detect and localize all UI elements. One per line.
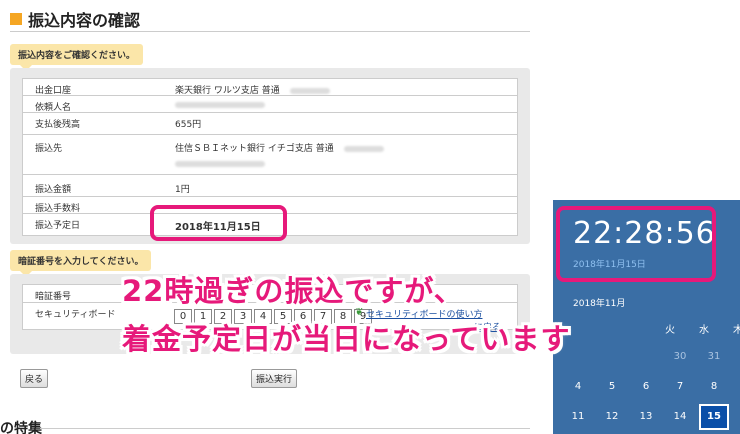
calendar-day[interactable]: 5 xyxy=(597,374,627,400)
page-title: 振込内容の確認 xyxy=(28,10,141,30)
page-header: 振込内容の確認 xyxy=(10,6,530,32)
table-row: 出金口座 楽天銀行 ワルツ支店 普通 xyxy=(23,79,517,96)
title-marker-icon xyxy=(10,12,22,25)
calendar-day[interactable]: 15 xyxy=(699,404,729,430)
row-value: 楽天銀行 ワルツ支店 普通 xyxy=(175,83,330,96)
calendar-day[interactable]: 13 xyxy=(631,404,661,430)
calendar-day[interactable]: 7 xyxy=(665,374,695,400)
calendar-day[interactable]: 12 xyxy=(597,404,627,430)
table-row: 振込金額 1円 xyxy=(23,175,517,197)
annotation-line-1: 22時過ぎの振込ですが、 xyxy=(122,274,464,308)
calendar-weekday: 木 xyxy=(733,325,740,336)
feature-heading: の特集 xyxy=(0,421,42,434)
table-row: 振込先 住信ＳＢＩネット銀行 イチゴ支店 普通 xyxy=(23,135,517,175)
masked-value xyxy=(343,145,384,152)
row-value: 1円 xyxy=(175,185,190,195)
clock-highlight-box xyxy=(556,206,716,282)
row-label: 振込予定日 xyxy=(35,221,81,231)
row-value: 655円 xyxy=(175,120,202,130)
row-label: 振込手数料 xyxy=(35,204,81,214)
row-value xyxy=(175,100,265,110)
row-label: セキュリティボード xyxy=(35,310,116,320)
annotation-line-2: 着金予定日が当日になっています xyxy=(122,322,571,356)
row-label: 振込金額 xyxy=(35,185,72,195)
row-value-2 xyxy=(175,159,265,169)
date-highlight-box xyxy=(150,205,287,241)
table-row: 支払後残高 655円 xyxy=(23,113,517,135)
row-label: 振込先 xyxy=(35,144,63,154)
masked-value xyxy=(289,87,330,94)
masked-value xyxy=(175,101,265,108)
row-label: 依頼人名 xyxy=(35,103,72,113)
submit-transfer-button[interactable]: 振込実行 xyxy=(251,369,298,388)
back-button[interactable]: 戻る xyxy=(20,369,49,388)
row-label: 暗証番号 xyxy=(35,292,72,302)
calendar-day[interactable]: 14 xyxy=(665,404,695,430)
calendar-day[interactable]: 1 xyxy=(733,344,740,370)
calendar-day[interactable]: 30 xyxy=(665,344,695,370)
calendar-day[interactable]: 31 xyxy=(699,344,729,370)
masked-value xyxy=(175,160,265,167)
calendar-day[interactable]: 8 xyxy=(699,374,729,400)
calendar-month[interactable]: 2018年11月 xyxy=(573,296,625,309)
calendar-weekday: 火 xyxy=(665,325,675,336)
calendar-day[interactable]: 11 xyxy=(563,404,593,430)
row-label: 出金口座 xyxy=(35,86,72,96)
calendar-day[interactable]: 6 xyxy=(631,374,661,400)
calendar-weekday: 水 xyxy=(699,325,709,336)
table-row: 依頼人名 xyxy=(23,96,517,113)
footer-divider xyxy=(40,428,530,429)
calendar-day[interactable]: 4 xyxy=(563,374,593,400)
row-value: 住信ＳＢＩネット銀行 イチゴ支店 普通 xyxy=(175,141,384,154)
row-label: 支払後残高 xyxy=(35,120,81,130)
confirm-tag: 振込内容をご確認ください。 xyxy=(10,44,144,71)
